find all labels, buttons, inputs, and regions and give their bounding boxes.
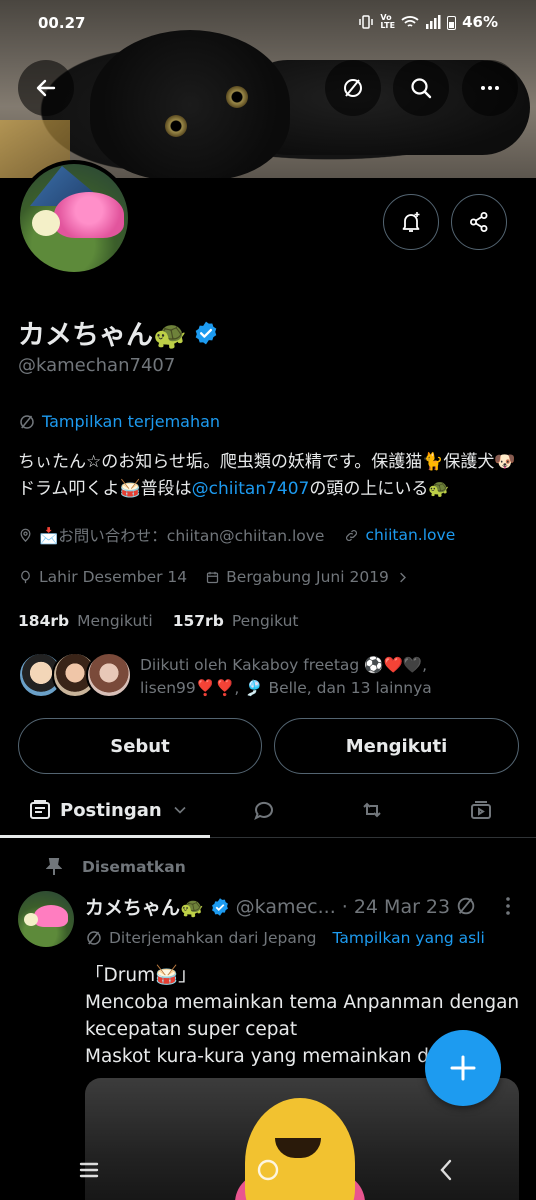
- status-bar: 00.27 Vo LTE 46%: [0, 0, 536, 46]
- bio-mention-link[interactable]: @chiitan7407: [192, 479, 310, 499]
- location-icon: [20, 528, 31, 542]
- followed-by-text[interactable]: Diikuti oleh Kakaboy freetag ⚽❤️🖤, lisen…: [140, 654, 520, 700]
- profile-meta-row-2: Lahir Desember 14 Bergabung Juni 2019: [18, 568, 410, 586]
- profile-tabs: Postingan: [0, 782, 536, 838]
- translate-toggle-button[interactable]: [325, 60, 381, 116]
- tweet-header: カメちゃん🐢 @kamec... · 24 Mar 23: [85, 893, 450, 920]
- show-original-link[interactable]: Tampilkan yang asli: [333, 929, 485, 947]
- more-vertical-icon[interactable]: [498, 895, 518, 917]
- profile-handle: @kamechan7407: [18, 355, 176, 376]
- posts-icon: [30, 800, 50, 819]
- chevron-down-icon: [174, 806, 186, 814]
- media-icon: [471, 801, 491, 819]
- translate-icon: [87, 931, 101, 945]
- tab-active-indicator: [0, 835, 210, 838]
- translated-from-label: Diterjemahkan dari Jepang: [109, 929, 317, 947]
- signal-icon: [426, 15, 441, 29]
- mention-button[interactable]: Sebut: [18, 718, 262, 774]
- verified-badge-icon[interactable]: [193, 320, 219, 346]
- tab-replies[interactable]: [252, 782, 276, 838]
- tweet-author-handle[interactable]: @kamec...: [236, 896, 336, 918]
- back-nav-icon[interactable]: [433, 1156, 461, 1184]
- tab-posts[interactable]: Postingan: [28, 782, 190, 838]
- wifi-icon: [401, 16, 419, 27]
- show-translation-label: Tampilkan terjemahan: [42, 412, 221, 431]
- battery-level: 46%: [462, 13, 498, 31]
- share-button[interactable]: [451, 194, 507, 250]
- bell-plus-icon: [402, 212, 420, 232]
- follow-stats: 184rb Mengikuti 157rb Pengikut: [18, 612, 311, 630]
- tab-posts-label: Postingan: [60, 799, 162, 821]
- follower-avatar-3[interactable]: [86, 652, 132, 698]
- replies-icon: [254, 801, 273, 821]
- home-icon[interactable]: [254, 1156, 282, 1184]
- no-translate-icon[interactable]: [455, 895, 477, 917]
- pinned-label-row: Disematkan: [46, 858, 186, 876]
- profile-meta-row-1: 📩お問い合わせ：chiitan@chiitan.love chiitan.lov…: [18, 524, 455, 546]
- link-icon: [346, 529, 358, 541]
- followers-count[interactable]: 157rb: [173, 612, 224, 630]
- pin-icon: [46, 858, 62, 875]
- tweet-translation-row: Diterjemahkan dari Jepang Tampilkan yang…: [85, 929, 485, 947]
- plus-icon: [450, 1055, 476, 1081]
- profile-avatar[interactable]: [16, 160, 132, 276]
- tweet-date[interactable]: · 24 Mar 23: [342, 896, 450, 918]
- tab-reposts[interactable]: [360, 782, 384, 838]
- profile-contact: 📩お問い合わせ：chiitan@chiitan.love: [39, 527, 325, 545]
- battery-icon: [447, 15, 457, 30]
- tweet-line-1: 「Drum🥁」: [85, 965, 197, 986]
- show-translation-link[interactable]: Tampilkan terjemahan: [18, 412, 220, 431]
- pinned-label: Disematkan: [82, 858, 186, 876]
- system-nav-bar: [0, 1140, 536, 1200]
- verified-badge-icon: [211, 897, 228, 916]
- compose-button[interactable]: [425, 1030, 501, 1106]
- chevron-right-icon[interactable]: [395, 570, 410, 585]
- profile-website-link[interactable]: chiitan.love: [365, 526, 455, 544]
- more-options-button[interactable]: [462, 60, 518, 116]
- notifications-button[interactable]: [383, 194, 439, 250]
- following-label[interactable]: Mengikuti: [77, 612, 153, 630]
- recent-apps-icon[interactable]: [75, 1156, 103, 1184]
- vibrate-icon: [359, 15, 374, 29]
- no-translate-icon: [344, 79, 362, 97]
- translate-icon: [20, 414, 34, 429]
- volte-icon: Vo LTE: [380, 13, 396, 30]
- followers-label[interactable]: Pengikut: [232, 612, 299, 630]
- profile-birthday: Lahir Desember 14: [39, 568, 188, 586]
- repost-icon: [363, 802, 381, 818]
- following-count[interactable]: 184rb: [18, 612, 69, 630]
- search-icon: [411, 78, 432, 99]
- balloon-icon: [21, 570, 30, 583]
- back-button[interactable]: [18, 60, 74, 116]
- bio-text-end: の頭の上にいる🐢: [309, 479, 450, 499]
- more-horizontal-icon: [481, 86, 499, 90]
- profile-joined-date: Bergabung Juni 2019: [226, 568, 389, 586]
- arrow-left-icon: [36, 79, 56, 97]
- calendar-icon: [207, 571, 219, 583]
- display-name: カメちゃん🐢: [18, 320, 187, 351]
- share-icon: [470, 212, 488, 232]
- profile-name-row: カメちゃん🐢: [18, 313, 219, 352]
- search-button[interactable]: [393, 60, 449, 116]
- status-time: 00.27: [38, 14, 86, 32]
- tweet-author-avatar[interactable]: [18, 891, 74, 947]
- following-button[interactable]: Mengikuti: [274, 718, 519, 774]
- tweet-author-name[interactable]: カメちゃん🐢: [85, 893, 204, 920]
- profile-bio: ちぃたん☆のお知らせ垢。爬虫類の妖精です。保護猫🐈保護犬🐶ドラム叩くよ🥁普段は@…: [18, 449, 523, 503]
- tab-media[interactable]: [469, 782, 493, 838]
